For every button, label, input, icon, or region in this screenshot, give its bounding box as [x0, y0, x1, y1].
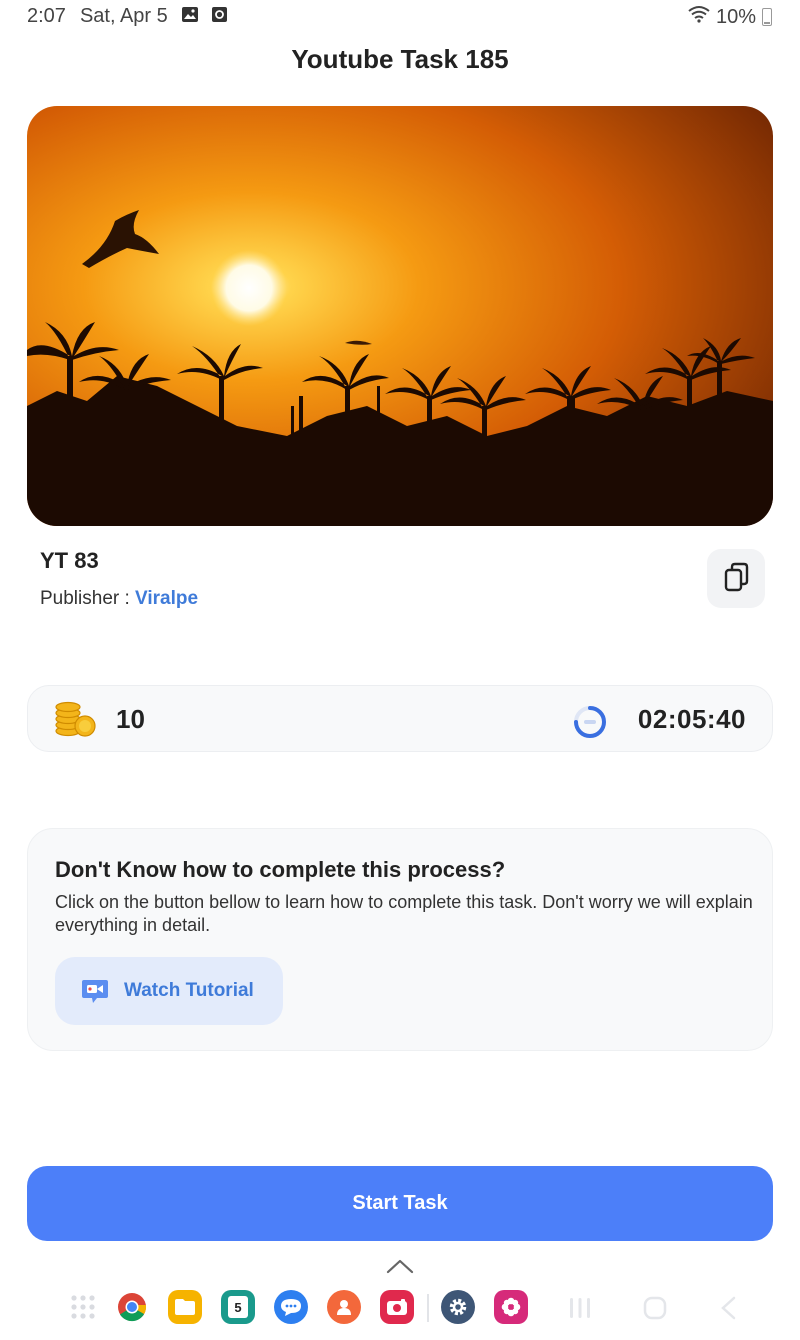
- chevron-up-icon[interactable]: [386, 1258, 414, 1279]
- messages-icon[interactable]: [274, 1290, 308, 1324]
- task-thumbnail: [27, 106, 773, 526]
- battery-icon: [762, 8, 772, 26]
- battery-level: 10%: [715, 5, 756, 28]
- status-time: 2:07: [27, 5, 66, 27]
- calendar-day: 5: [228, 1296, 248, 1318]
- chrome-icon[interactable]: [115, 1290, 149, 1324]
- contacts-icon[interactable]: [327, 1290, 361, 1324]
- gallery-icon[interactable]: [494, 1290, 528, 1324]
- copy-icon: [722, 562, 750, 595]
- back-icon[interactable]: [719, 1296, 739, 1325]
- files-icon[interactable]: [168, 1290, 202, 1324]
- watch-tutorial-label: Watch Tutorial: [124, 980, 254, 1001]
- start-task-button[interactable]: Start Task: [27, 1166, 773, 1241]
- video-call-icon: [81, 978, 109, 1004]
- task-name: YT 83: [40, 548, 99, 573]
- copy-button[interactable]: [707, 549, 765, 608]
- watch-tutorial-button[interactable]: Watch Tutorial: [55, 957, 283, 1025]
- coins-icon: [53, 700, 97, 743]
- taskbar-dock: 5: [0, 1288, 800, 1328]
- publisher-label: Publisher :: [40, 588, 136, 609]
- countdown-timer: 02:05:40: [637, 704, 746, 734]
- gallery-notification-icon: [181, 5, 198, 28]
- page-title: Youtube Task 185: [291, 44, 509, 74]
- media-notification-icon: [211, 5, 227, 28]
- publisher-line: Publisher : Viralpe: [40, 588, 198, 610]
- tutorial-card-title: Don't Know how to complete this process?: [55, 857, 506, 882]
- recent-apps-icon[interactable]: [568, 1296, 592, 1325]
- timer-icon: [572, 704, 608, 745]
- tutorial-card: Don't Know how to complete this process?…: [27, 828, 773, 1051]
- status-date: Sat, Apr 5: [79, 5, 168, 27]
- publisher-name[interactable]: Viralpe: [135, 588, 198, 609]
- status-bar: 2:07 Sat, Apr 5 10%: [0, 0, 800, 34]
- wifi-icon: [688, 5, 710, 29]
- coin-reward: 10: [116, 704, 145, 734]
- task-stats-bar: 10 02:05:40: [27, 685, 773, 752]
- settings-icon[interactable]: [441, 1290, 475, 1324]
- dock-divider: [427, 1294, 429, 1322]
- home-icon[interactable]: [643, 1296, 667, 1325]
- tutorial-card-body: Click on the button bellow to learn how …: [55, 892, 753, 935]
- calendar-icon[interactable]: 5: [221, 1290, 255, 1324]
- camera-icon[interactable]: [380, 1290, 414, 1324]
- app-grid-icon[interactable]: [66, 1290, 100, 1324]
